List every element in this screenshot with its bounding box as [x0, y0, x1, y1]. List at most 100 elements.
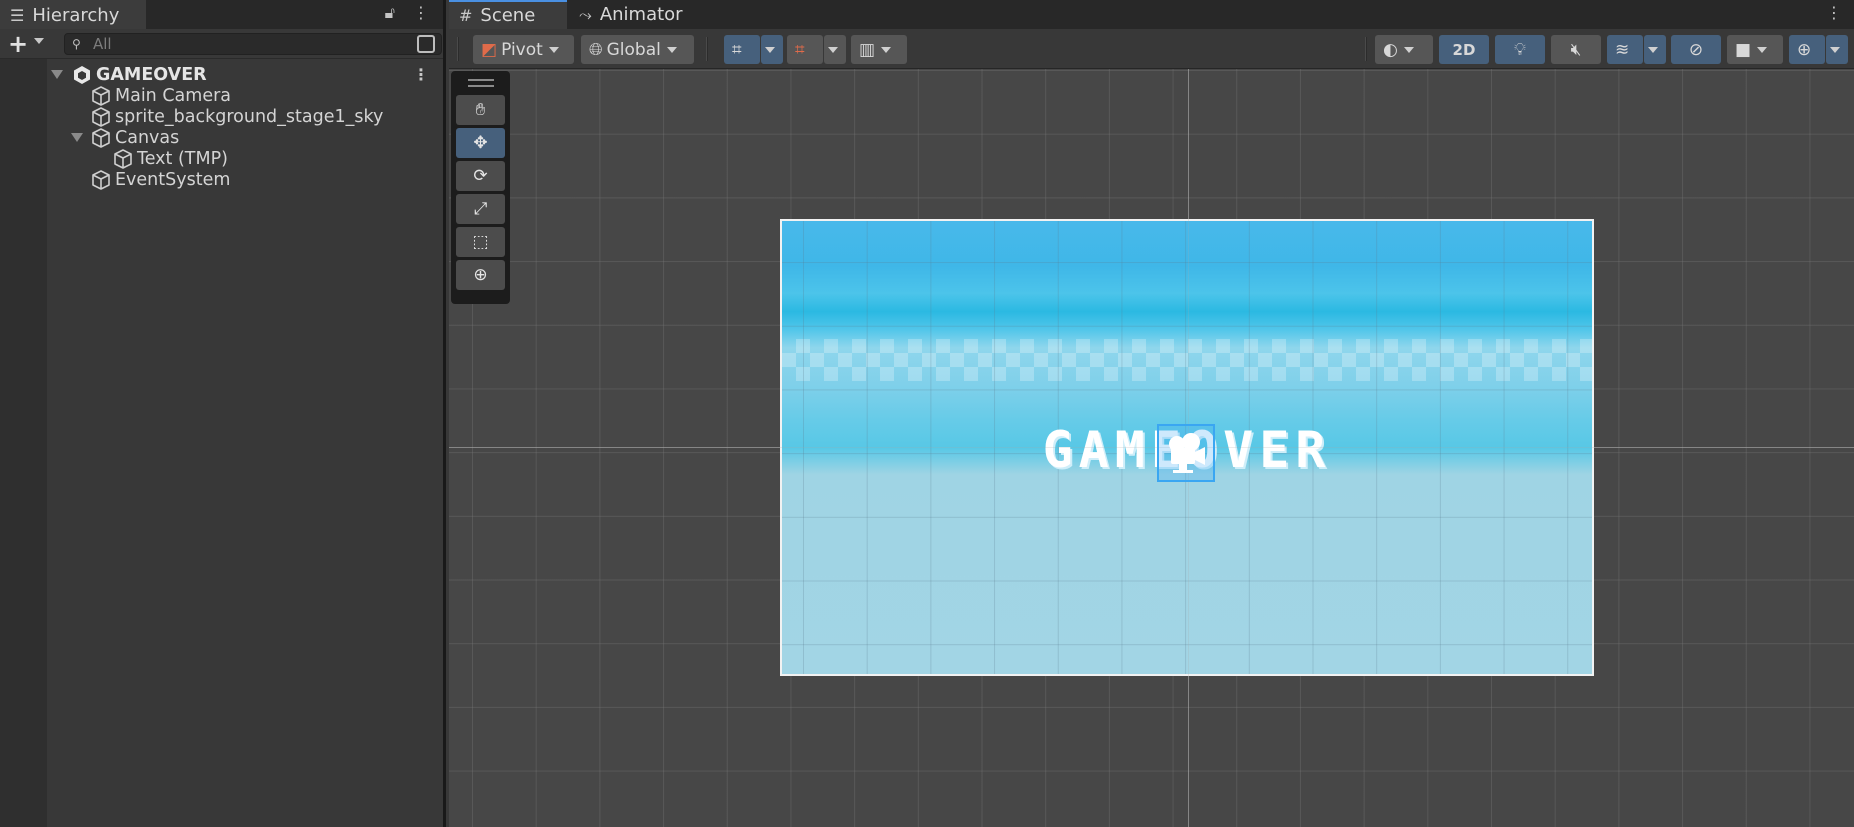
chevron-down-icon — [548, 46, 559, 53]
chevron-down-icon — [1648, 46, 1658, 53]
lock-icon[interactable]: 🔓︎ — [385, 3, 395, 23]
tool-palette: ✋︎ ✥ ⟳ ⤢ ⬚ ⊕ — [451, 71, 510, 304]
tab-scene-label: Scene — [480, 5, 536, 26]
chevron-down-icon — [828, 46, 838, 53]
scene-tabbar: # Scene ⤳ Animator ⋮ — [449, 0, 1854, 29]
tab-animator[interactable]: ⤳ Animator — [569, 0, 699, 29]
mode-2d-toggle[interactable]: 2D — [1439, 35, 1489, 64]
gameobject-cube-icon — [92, 169, 110, 190]
toolbar-separator — [457, 37, 459, 61]
move-tool-button[interactable]: ✥ — [456, 128, 505, 158]
global-label: Global — [606, 39, 661, 60]
scale-icon: ⤢ — [473, 199, 488, 219]
camera-dropdown[interactable]: ■ — [1727, 35, 1783, 64]
scale-tool-button[interactable]: ⤢ — [456, 194, 505, 224]
scene-panel: # Scene ⤳ Animator ⋮ ◩ Pivot 🌐︎ Global ⌗… — [449, 0, 1854, 827]
gizmos-dropdown[interactable] — [1826, 35, 1848, 64]
pivot-dropdown[interactable]: ◩ Pivot — [473, 35, 574, 64]
global-dropdown[interactable]: 🌐︎ Global — [581, 35, 694, 64]
list-item-label: sprite_background_stage1_sky — [115, 106, 384, 127]
toolbar-separator — [1365, 37, 1367, 61]
tree-gutter — [0, 59, 47, 827]
grid-snapping-dropdown[interactable] — [761, 35, 783, 64]
transform-icon: ⊕ — [473, 265, 488, 285]
rotate-tool-button[interactable]: ⟳ — [456, 161, 505, 191]
tab-scene[interactable]: # Scene — [449, 0, 567, 29]
camera-gizmo[interactable] — [1157, 424, 1215, 482]
grid-snap-icon: ⌗ — [732, 39, 742, 60]
gizmos-toggle[interactable]: ⊕ — [1789, 35, 1825, 64]
pivot-label: Pivot — [501, 39, 543, 60]
list-item-label: Canvas — [115, 127, 180, 148]
kebab-menu-icon[interactable]: ⋮ — [1826, 3, 1842, 22]
ruler-icon: ▥ — [859, 39, 876, 60]
movie-camera-icon — [1169, 433, 1205, 473]
list-item[interactable]: EventSystem — [47, 167, 443, 192]
kebab-menu-icon[interactable]: ⋮ — [413, 3, 429, 23]
audio-mute-icon: 🔇︎ — [1570, 39, 1582, 60]
chevron-down-icon — [666, 46, 677, 53]
toolbar-separator — [706, 37, 708, 61]
search-placeholder: All — [93, 35, 112, 53]
hierarchy-panel: ☰ Hierarchy 🔓︎ ⋮ + ⚲ All GAMEOVER ⋮ Main… — [0, 0, 446, 827]
add-button[interactable]: + — [8, 30, 28, 58]
chevron-down-icon — [1403, 46, 1414, 53]
chevron-down-icon — [1757, 46, 1768, 53]
chevron-down-icon — [881, 46, 892, 53]
move-arrows-icon: ✥ — [473, 133, 488, 153]
tab-hierarchy[interactable]: ☰ Hierarchy — [0, 0, 146, 29]
hand-icon: ✋︎ — [475, 100, 486, 120]
camera-icon: ■ — [1735, 39, 1752, 60]
list-item-label: EventSystem — [115, 169, 231, 190]
hierarchy-tab-icons: 🔓︎ ⋮ — [385, 3, 429, 23]
hash-grid-icon: # — [459, 6, 473, 25]
chevron-down-icon — [765, 46, 775, 53]
lightbulb-icon: 💡︎ — [1514, 39, 1526, 60]
rect-tool-button[interactable]: ⬚ — [456, 227, 505, 257]
hierarchy-toolbar: + ⚲ All — [0, 29, 443, 59]
drag-handle[interactable] — [467, 79, 494, 87]
increment-snap-button[interactable]: ⌗ — [787, 35, 823, 64]
search-icon: ⚲ — [72, 37, 81, 51]
animator-icon: ⤳ — [579, 4, 592, 24]
rotate-icon: ⟳ — [473, 166, 488, 186]
list-item-label: Text (TMP) — [137, 148, 228, 169]
lighting-toggle[interactable]: 💡︎ — [1495, 35, 1545, 64]
increment-snap-dropdown[interactable] — [824, 35, 846, 64]
transform-tool-button[interactable]: ⊕ — [456, 260, 505, 290]
globe-icon: 🌐︎ — [589, 39, 603, 60]
scene-viewport[interactable]: GAMEOVER ✋︎ ✥ ⟳ ⤢ ⬚ ⊕ — [449, 69, 1854, 827]
pivot-icon: ◩ — [481, 39, 498, 60]
hierarchy-search-input[interactable]: ⚲ All — [64, 33, 442, 55]
draw-mode-dropdown[interactable]: ◐ — [1375, 35, 1433, 64]
grid-visibility-dropdown[interactable]: ▥ — [851, 35, 907, 64]
scene-visibility-toggle[interactable]: ⊘ — [1671, 35, 1721, 64]
scene-name: GAMEOVER — [96, 64, 207, 85]
shading-sphere-icon: ◐ — [1383, 39, 1398, 60]
list-icon: ☰ — [10, 6, 25, 25]
foldout-arrow-icon[interactable] — [71, 133, 83, 142]
search-by-type-icon[interactable] — [417, 35, 435, 53]
layers-icon: ≋ — [1615, 39, 1630, 60]
rect-icon: ⬚ — [472, 232, 489, 252]
effects-toggle[interactable]: ≋ — [1607, 35, 1643, 64]
hierarchy-tree: GAMEOVER ⋮ Main Camera sprite_background… — [0, 59, 443, 827]
list-item-label: Main Camera — [115, 85, 232, 106]
hierarchy-tabbar: ☰ Hierarchy 🔓︎ ⋮ — [0, 0, 443, 29]
gizmo-globe-icon: ⊕ — [1797, 39, 1812, 60]
mode-2d-label: 2D — [1452, 40, 1476, 59]
tab-hierarchy-label: Hierarchy — [32, 5, 120, 26]
hand-tool-button[interactable]: ✋︎ — [456, 95, 505, 125]
effects-dropdown[interactable] — [1644, 35, 1666, 64]
increment-snap-icon: ⌗ — [795, 39, 805, 60]
scene-toolbar: ◩ Pivot 🌐︎ Global ⌗ ⌗ ▥ ◐ 2D 💡︎ 🔇︎ ≋ ⊘ ■… — [449, 29, 1854, 69]
chevron-down-icon — [1830, 46, 1840, 53]
tab-animator-label: Animator — [599, 4, 683, 25]
eye-slash-icon: ⊘ — [1688, 39, 1704, 60]
grid-snapping-button[interactable]: ⌗ — [724, 35, 760, 64]
add-dropdown-arrow-icon[interactable] — [34, 38, 44, 44]
x-axis-line-overlay — [449, 447, 1854, 448]
audio-toggle[interactable]: 🔇︎ — [1551, 35, 1601, 64]
scene-kebab-icon[interactable]: ⋮ — [413, 65, 429, 84]
foldout-arrow-icon[interactable] — [51, 70, 63, 79]
